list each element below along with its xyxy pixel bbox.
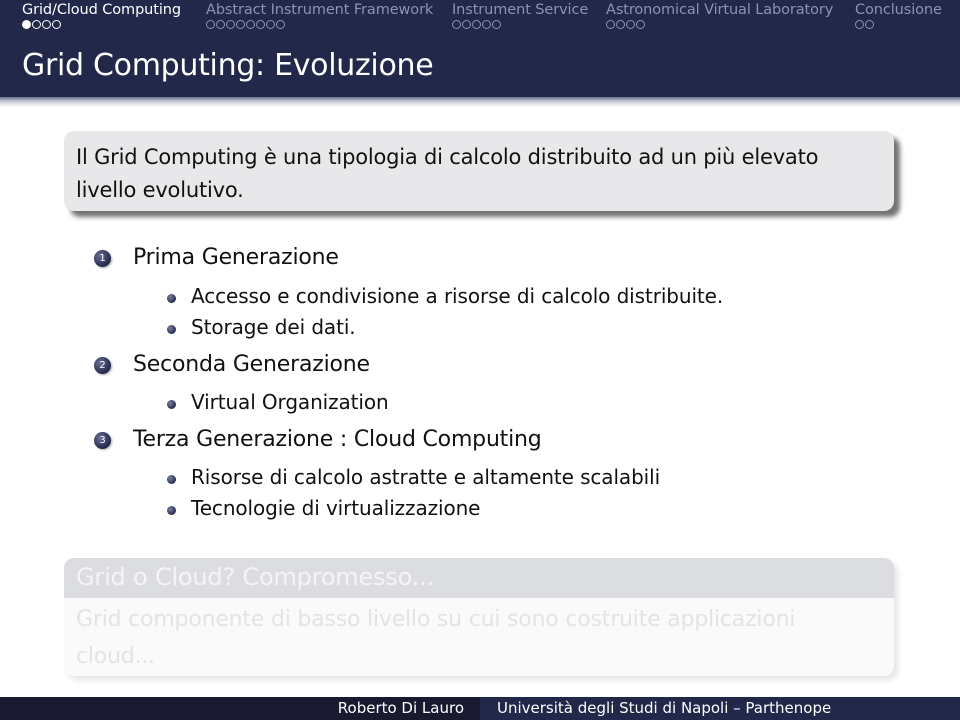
frame-title: Grid Computing: Evoluzione — [22, 48, 434, 83]
bullet-icon — [167, 294, 176, 303]
nav-slide-dots — [606, 20, 833, 29]
slide-dot[interactable] — [42, 20, 51, 29]
enum-number-badge: 2 — [94, 357, 111, 374]
slide-dot[interactable] — [482, 20, 491, 29]
sub-item-text: Virtual Organization — [191, 390, 389, 414]
uncovered-block-body: Grid componente di basso livello su cui … — [64, 598, 894, 676]
enum-number-badge: 3 — [94, 432, 111, 449]
nav-slide-dots — [206, 20, 433, 29]
slide-dot[interactable] — [246, 20, 255, 29]
sub-item-text: Tecnologie di virtualizzazione — [191, 496, 481, 520]
slide-dot[interactable] — [216, 20, 225, 29]
slide-dot[interactable] — [236, 20, 245, 29]
enum-number-badge: 1 — [94, 250, 111, 267]
sub-item-text: Risorse di calcolo astratte e altamente … — [191, 465, 661, 489]
nav-slide-dots — [452, 20, 588, 29]
sub-item-text: Storage dei dati. — [191, 315, 356, 339]
slide-dot[interactable] — [52, 20, 61, 29]
title-bar-shadow — [0, 97, 960, 107]
bullet-icon — [167, 506, 176, 515]
footer-author-panel: Roberto Di Lauro — [0, 697, 480, 720]
nav-section-instrument-service[interactable]: Instrument Service — [452, 2, 588, 29]
slide-dot[interactable] — [206, 20, 215, 29]
nav-slide-dots — [855, 20, 942, 29]
uncovered-block-text: Grid componente di basso livello su cui … — [76, 607, 796, 669]
slide-dot[interactable] — [266, 20, 275, 29]
nav-section-conclusione[interactable]: Conclusione — [855, 2, 942, 29]
slide-dot[interactable] — [616, 20, 625, 29]
footer-author: Roberto Di Lauro — [337, 699, 464, 717]
nav-slide-dots — [22, 20, 181, 29]
nav-section-astronomical-virtual-laboratory[interactable]: Astronomical Virtual Laboratory — [606, 2, 833, 29]
intro-block: Il Grid Computing è una tipologia di cal… — [64, 131, 894, 211]
slide-dot[interactable] — [276, 20, 285, 29]
bullet-icon — [167, 400, 176, 409]
slide-dot[interactable] — [865, 20, 874, 29]
nav-section-label[interactable]: Instrument Service — [452, 2, 588, 18]
slide-dot[interactable] — [626, 20, 635, 29]
uncovered-block-header: Grid o Cloud? Compromesso... — [64, 558, 894, 598]
section-navigation-bar: Grid/Cloud Computing Abstract Instrument… — [0, 0, 960, 44]
slide-dot[interactable] — [226, 20, 235, 29]
slide-dot[interactable] — [855, 20, 864, 29]
nav-section-label[interactable]: Astronomical Virtual Laboratory — [606, 2, 833, 18]
slide-dot[interactable] — [636, 20, 645, 29]
nav-section-label[interactable]: Abstract Instrument Framework — [206, 2, 433, 18]
enum-item-label: Prima Generazione — [133, 245, 339, 270]
footer-bar: Roberto Di Lauro Università degli Studi … — [0, 697, 960, 720]
slide-dot[interactable] — [452, 20, 461, 29]
slide-dot[interactable] — [472, 20, 481, 29]
slide-dot[interactable] — [462, 20, 471, 29]
enum-item-label: Terza Generazione : Cloud Computing — [133, 427, 542, 452]
bullet-icon — [167, 475, 176, 484]
nav-section-abstract-instrument-framework[interactable]: Abstract Instrument Framework — [206, 2, 433, 29]
nav-section-label[interactable]: Grid/Cloud Computing — [22, 2, 181, 18]
bullet-icon — [167, 325, 176, 334]
nav-section-grid-cloud[interactable]: Grid/Cloud Computing — [22, 2, 181, 29]
slide-dot[interactable] — [256, 20, 265, 29]
uncovered-block-title: Grid o Cloud? Compromesso... — [76, 563, 435, 591]
sub-item-text: Accesso e condivisione a risorse di calc… — [191, 284, 724, 308]
intro-block-text: Il Grid Computing è una tipologia di cal… — [76, 145, 819, 202]
uncovered-block: Grid o Cloud? Compromesso... Grid compon… — [64, 558, 894, 676]
footer-institution: Università degli Studi di Napoli – Parth… — [497, 699, 832, 717]
enum-item-label: Seconda Generazione — [133, 352, 370, 377]
nav-section-label[interactable]: Conclusione — [855, 2, 942, 18]
footer-institution-panel: Università degli Studi di Napoli – Parth… — [480, 697, 960, 720]
slide-dot[interactable] — [492, 20, 501, 29]
slide-dot[interactable] — [606, 20, 615, 29]
current-slide-dot[interactable] — [22, 20, 31, 29]
slide-dot[interactable] — [32, 20, 41, 29]
